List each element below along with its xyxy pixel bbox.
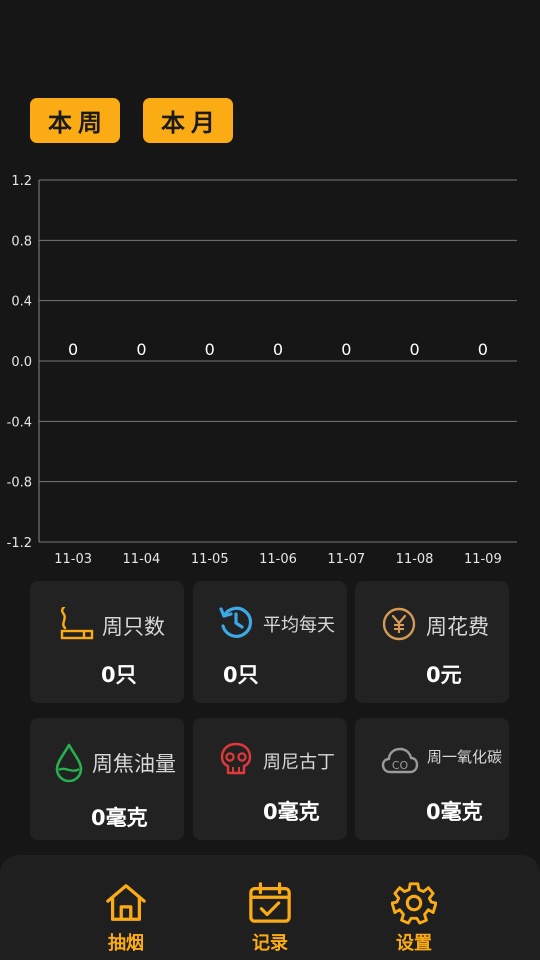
data-label: 0	[478, 340, 488, 359]
data-label: 0	[205, 340, 215, 359]
daily-average-value: 0只	[223, 663, 259, 687]
co-cloud-icon: CO	[381, 747, 419, 774]
weekly-cost-label: 周花费	[426, 615, 489, 639]
nav-records[interactable]: 记录	[230, 881, 310, 955]
y-tick-label: -0.4	[7, 415, 32, 430]
data-label: 0	[68, 340, 78, 359]
weekly-tar-label: 周焦油量	[92, 752, 176, 776]
gear-icon	[391, 882, 437, 925]
y-tick-label: 0.8	[11, 234, 32, 249]
data-label: 0	[273, 340, 283, 359]
x-tick-label: 11-03	[54, 552, 92, 567]
weekly-tar-value: 0毫克	[91, 806, 148, 830]
tab-this-week[interactable]: 本周	[30, 98, 120, 143]
y-tick-label: 1.2	[11, 174, 32, 189]
weekly-co-label: 周一氧化碳	[427, 748, 503, 766]
skull-icon	[220, 742, 252, 775]
nav-settings[interactable]: 设置	[374, 881, 454, 955]
x-tick-label: 11-06	[259, 552, 297, 567]
weekly-chart: 1.2 0.8 0.4 0.0 -0.4 -0.8 -1.2 11-03 0 11-04 0 11-0…	[7, 174, 517, 567]
weekly-count-label: 周只数	[102, 615, 165, 639]
weekly-nicotine-value: 0毫克	[263, 800, 320, 824]
home-icon	[106, 884, 146, 921]
nav-smoke[interactable]: 抽烟	[86, 881, 166, 955]
weekly-cost-value: 0元	[426, 663, 462, 687]
x-tick-label: 11-04	[123, 552, 161, 567]
data-label: 0	[136, 340, 146, 359]
y-tick-label: -1.2	[7, 536, 32, 551]
nav-smoke-label: 抽烟	[108, 933, 144, 954]
yen-coin-icon	[382, 607, 416, 641]
card-weekly-co: CO 周一氧化碳 0毫克	[355, 718, 509, 840]
water-drop-icon	[55, 743, 83, 783]
card-weekly-count: 周只数 0只	[30, 581, 184, 703]
history-icon	[219, 606, 253, 638]
weekly-co-value: 0毫克	[426, 800, 483, 824]
card-weekly-nicotine: 周尼古丁 0毫克	[193, 718, 347, 840]
nav-records-label: 记录	[252, 933, 288, 954]
y-tick-label: 0.0	[11, 355, 32, 370]
nav-settings-label: 设置	[396, 933, 432, 954]
bottom-nav: 抽烟 记录 设置	[0, 855, 540, 960]
calendar-check-icon	[249, 882, 291, 923]
card-daily-average: 平均每天 0只	[193, 581, 347, 703]
daily-average-label: 平均每天	[263, 615, 335, 636]
app-screen: 本周 本月 1.2 0.8 0.4 0.0 -0.4 -0.8 -1.2 11-03 0 11-0…	[0, 0, 540, 960]
x-tick-label: 11-08	[396, 552, 434, 567]
x-tick-label: 11-07	[327, 552, 365, 567]
data-label: 0	[341, 340, 351, 359]
y-tick-label: -0.8	[7, 476, 32, 491]
weekly-count-value: 0只	[101, 663, 137, 687]
tab-this-month[interactable]: 本月	[143, 98, 233, 143]
x-tick-label: 11-09	[464, 552, 502, 567]
data-label: 0	[409, 340, 419, 359]
y-tick-label: 0.4	[11, 295, 32, 310]
svg-text:CO: CO	[392, 759, 409, 772]
card-weekly-cost: 周花费 0元	[355, 581, 509, 703]
x-tick-label: 11-05	[191, 552, 229, 567]
cigarette-icon	[60, 607, 94, 640]
card-weekly-tar: 周焦油量 0毫克	[30, 718, 184, 840]
weekly-nicotine-label: 周尼古丁	[263, 752, 335, 773]
